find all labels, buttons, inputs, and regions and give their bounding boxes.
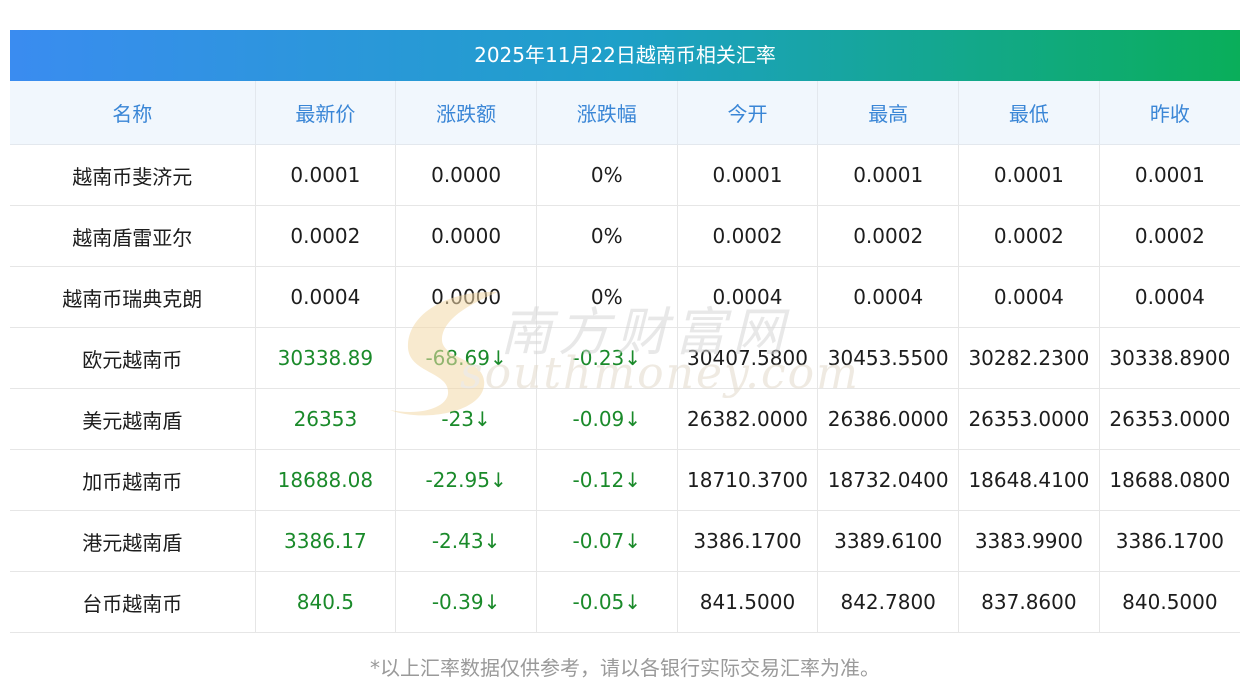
col-header-prev: 昨收: [1099, 81, 1240, 145]
cell-high: 0.0001: [817, 144, 960, 206]
cell-high: 30453.5500: [817, 327, 960, 389]
table-row: 台币越南币 840.5 -0.39↓ -0.05↓ 841.5000 842.7800 83…: [10, 571, 1240, 633]
cell-open: 3386.1700: [677, 510, 819, 572]
cell-low: 0.0002: [958, 205, 1100, 267]
cell-prev: 0.0004: [1099, 266, 1240, 328]
col-header-high: 最高: [817, 81, 960, 145]
cell-pct: -0.05↓: [536, 571, 678, 633]
cell-low: 0.0001: [958, 144, 1100, 206]
col-header-pct: 涨跌幅: [536, 81, 678, 145]
cell-high: 3389.6100: [817, 510, 960, 572]
cell-latest: 0.0004: [255, 266, 397, 328]
table-row: 欧元越南币 30338.89 -68.69↓ -0.23↓ 30407.5800 3045…: [10, 327, 1240, 389]
cell-high: 842.7800: [817, 571, 960, 633]
table-header-row: 名称 最新价 涨跌额 涨跌幅 今开 最高 最低 昨收: [10, 81, 1240, 145]
cell-prev: 30338.8900: [1099, 327, 1240, 389]
cell-latest: 840.5: [255, 571, 397, 633]
cell-prev: 26353.0000: [1099, 388, 1240, 450]
cell-name: 越南币瑞典克朗: [10, 266, 256, 328]
cell-low: 837.8600: [958, 571, 1100, 633]
cell-change: -22.95↓: [395, 449, 537, 511]
disclaimer-note: *以上汇率数据仅供参考，请以各银行实际交易汇率为准。: [370, 656, 880, 680]
cell-latest: 0.0001: [255, 144, 397, 206]
cell-change: -68.69↓: [395, 327, 537, 389]
cell-high: 0.0004: [817, 266, 960, 328]
cell-open: 0.0001: [677, 144, 819, 206]
cell-prev: 0.0001: [1099, 144, 1240, 206]
col-header-name: 名称: [10, 81, 256, 145]
cell-low: 26353.0000: [958, 388, 1100, 450]
cell-change: -0.39↓: [395, 571, 537, 633]
col-header-latest: 最新价: [255, 81, 397, 145]
cell-high: 26386.0000: [817, 388, 960, 450]
table-row: 越南币瑞典克朗 0.0004 0.0000 0% 0.0004 0.0004 0.0004 0…: [10, 266, 1240, 328]
cell-name: 欧元越南币: [10, 327, 256, 389]
cell-high: 18732.0400: [817, 449, 960, 511]
col-header-change: 涨跌额: [395, 81, 537, 145]
table-row: 加币越南币 18688.08 -22.95↓ -0.12↓ 18710.3700 1873…: [10, 449, 1240, 511]
cell-pct: 0%: [536, 144, 678, 206]
cell-name: 加币越南币: [10, 449, 256, 511]
cell-change: 0.0000: [395, 266, 537, 328]
cell-change: -23↓: [395, 388, 537, 450]
cell-low: 3383.9900: [958, 510, 1100, 572]
cell-open: 0.0002: [677, 205, 819, 267]
col-header-low: 最低: [958, 81, 1100, 145]
cell-open: 26382.0000: [677, 388, 819, 450]
cell-pct: 0%: [536, 205, 678, 267]
cell-open: 841.5000: [677, 571, 819, 633]
rate-panel: 2025年11月22日越南币相关汇率 名称 最新价 涨跌额 涨跌幅 今开 最高 …: [10, 30, 1240, 633]
cell-latest: 3386.17: [255, 510, 397, 572]
cell-open: 30407.5800: [677, 327, 819, 389]
col-header-open: 今开: [677, 81, 819, 145]
cell-change: 0.0000: [395, 205, 537, 267]
cell-prev: 840.5000: [1099, 571, 1240, 633]
cell-prev: 3386.1700: [1099, 510, 1240, 572]
cell-open: 0.0004: [677, 266, 819, 328]
cell-pct: -0.07↓: [536, 510, 678, 572]
cell-change: 0.0000: [395, 144, 537, 206]
cell-prev: 0.0002: [1099, 205, 1240, 267]
table-row: 美元越南盾 26353 -23↓ -0.09↓ 26382.0000 26386.0000…: [10, 388, 1240, 450]
cell-low: 30282.2300: [958, 327, 1100, 389]
cell-low: 0.0004: [958, 266, 1100, 328]
cell-name: 台币越南币: [10, 571, 256, 633]
table-row: 越南币斐济元 0.0001 0.0000 0% 0.0001 0.0001 0.0001 0.…: [10, 144, 1240, 206]
cell-pct: 0%: [536, 266, 678, 328]
cell-name: 港元越南盾: [10, 510, 256, 572]
table-row: 港元越南盾 3386.17 -2.43↓ -0.07↓ 3386.1700 3389.61…: [10, 510, 1240, 572]
table-row: 越南盾雷亚尔 0.0002 0.0000 0% 0.0002 0.0002 0.0002 0.…: [10, 205, 1240, 267]
cell-high: 0.0002: [817, 205, 960, 267]
cell-name: 越南盾雷亚尔: [10, 205, 256, 267]
cell-pct: -0.12↓: [536, 449, 678, 511]
cell-open: 18710.3700: [677, 449, 819, 511]
cell-name: 美元越南盾: [10, 388, 256, 450]
cell-latest: 18688.08: [255, 449, 397, 511]
cell-pct: -0.09↓: [536, 388, 678, 450]
cell-latest: 0.0002: [255, 205, 397, 267]
cell-prev: 18688.0800: [1099, 449, 1240, 511]
cell-low: 18648.4100: [958, 449, 1100, 511]
cell-change: -2.43↓: [395, 510, 537, 572]
table-title: 2025年11月22日越南币相关汇率: [10, 30, 1240, 81]
cell-latest: 30338.89: [255, 327, 397, 389]
cell-name: 越南币斐济元: [10, 144, 256, 206]
cell-latest: 26353: [255, 388, 397, 450]
rate-table: 名称 最新价 涨跌额 涨跌幅 今开 最高 最低 昨收 越南币斐济元 0.0001 0…: [10, 81, 1240, 633]
cell-pct: -0.23↓: [536, 327, 678, 389]
